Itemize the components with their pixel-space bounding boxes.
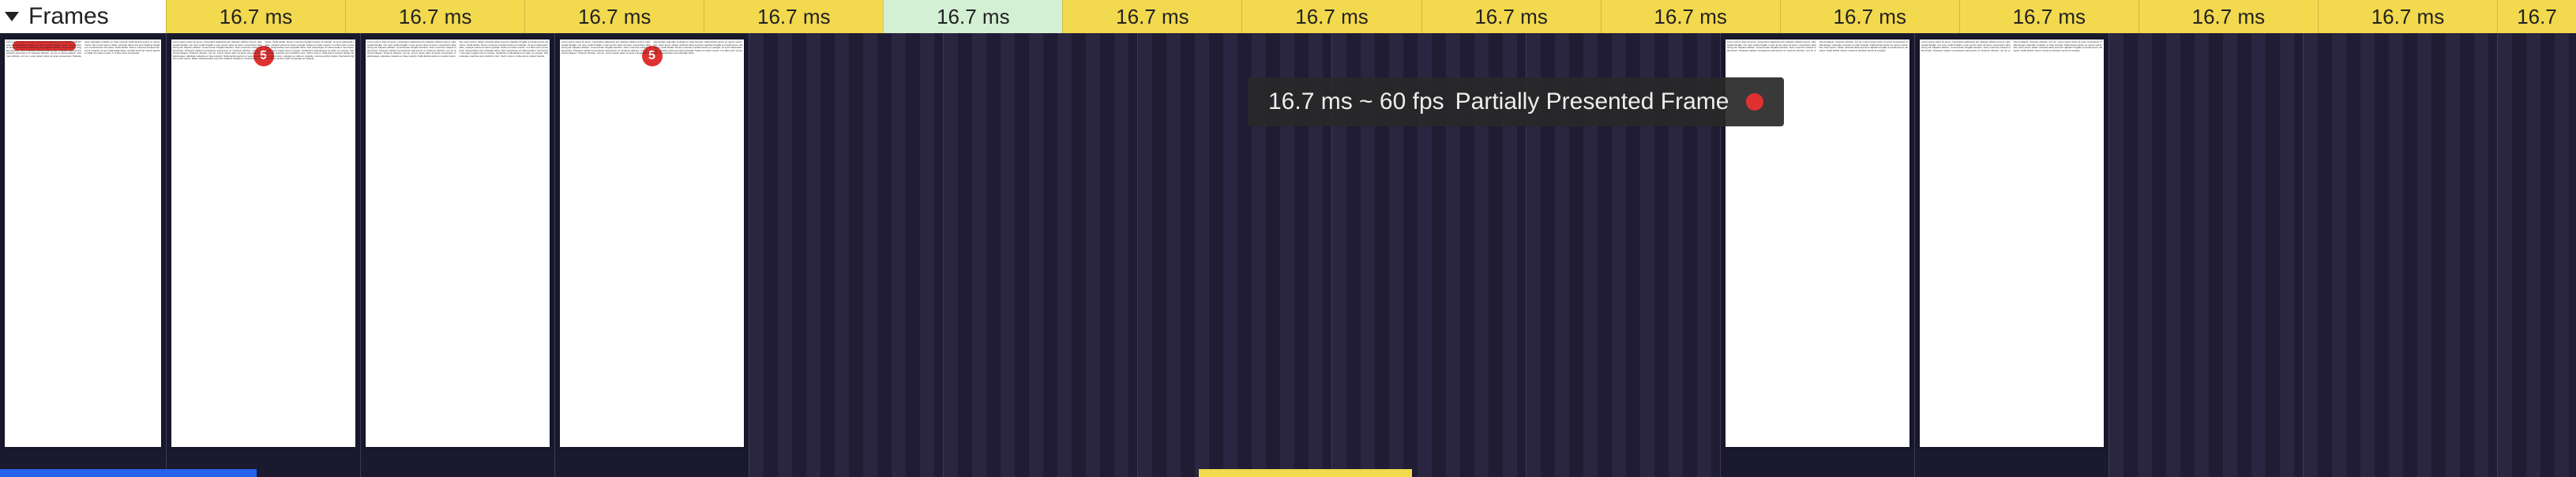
frame-cell[interactable]: 16.7 ms: [1062, 0, 1241, 33]
frame-cell-partial[interactable]: 16.7 ms: [883, 0, 1062, 33]
frame-cell[interactable]: 16.7 ms: [1780, 0, 1959, 33]
frame-screenshot: Lorem ipsum dolor sit amet, consectetur …: [1920, 39, 2104, 447]
partial-frame-indicator-icon: [1746, 93, 1763, 111]
frames-title-text: Frames: [28, 3, 109, 30]
frame-screenshot: 5 Lorem ipsum dolor sit amet, consectetu…: [560, 39, 744, 447]
page-content-preview: Lorem ipsum dolor sit amet, consectetur …: [560, 39, 744, 57]
frame-cell[interactable]: 16.7 ms: [1601, 0, 1780, 33]
frame-screenshot: 5 Lorem ipsum dolor sit amet, consectetu…: [171, 39, 355, 447]
empty-stripes: [2304, 33, 2497, 477]
frames-header-row: Frames 16.7 ms 16.7 ms 16.7 ms 16.7 ms 1…: [0, 0, 2576, 33]
screenshot-slot[interactable]: 5 Lorem ipsum dolor sit amet, consectetu…: [166, 33, 360, 477]
page-content-preview: Lorem ipsum dolor sit amet, consectetur …: [366, 39, 550, 59]
frames-timeline: Frames 16.7 ms 16.7 ms 16.7 ms 16.7 ms 1…: [0, 0, 2576, 477]
screenshot-slot[interactable]: Lorem ipsum dolor sit amet, consectetur …: [1914, 33, 2108, 477]
collapse-triangle-icon[interactable]: [5, 12, 19, 21]
task-bar-yellow[interactable]: [1199, 469, 1412, 477]
page-content-preview: Lorem ipsum dolor sit amet, consectetur …: [1725, 39, 1909, 54]
frame-screenshot: Lorem ipsum dolor sit amet, consectetur …: [366, 39, 550, 447]
frame-tooltip: 16.7 ms ~ 60 fps Partially Presented Fra…: [1248, 77, 1784, 126]
frame-cell[interactable]: 16.7 ms: [345, 0, 524, 33]
empty-stripes: [2498, 33, 2576, 477]
page-content-preview: Lorem ipsum dolor sit amet, consectetur …: [5, 39, 161, 59]
screenshot-slot[interactable]: 5 Lorem ipsum dolor sit amet, consectetu…: [554, 33, 749, 477]
frame-screenshot: Lorem ipsum dolor sit amet, consectetur …: [5, 39, 161, 447]
page-content-preview: Lorem ipsum dolor sit amet, consectetur …: [1920, 39, 2104, 54]
task-bar-blue[interactable]: [0, 469, 257, 477]
page-content-preview: Lorem ipsum dolor sit amet, consectetur …: [171, 39, 355, 62]
frames-track-label[interactable]: Frames: [0, 0, 166, 33]
frame-cell[interactable]: 16.7 ms: [524, 0, 704, 33]
frame-cell[interactable]: 16.7 ms: [704, 0, 883, 33]
screenshot-slot-empty[interactable]: [943, 33, 1137, 477]
tooltip-status: Partially Presented Frame: [1455, 88, 1729, 115]
tooltip-timing: 16.7 ms ~ 60 fps: [1268, 88, 1444, 115]
frame-cell[interactable]: 16.7 ms: [1421, 0, 1601, 33]
empty-stripes: [2109, 33, 2303, 477]
frame-cell[interactable]: 16.7 ms: [2318, 0, 2497, 33]
screenshot-slot[interactable]: Lorem ipsum dolor sit amet, consectetur …: [0, 33, 166, 477]
screenshot-slot-empty[interactable]: [749, 33, 943, 477]
screenshot-slot-empty[interactable]: [2497, 33, 2576, 477]
frame-cell[interactable]: 16.7 ms: [2139, 0, 2318, 33]
empty-stripes: [944, 33, 1137, 477]
screenshot-slot-empty[interactable]: [2303, 33, 2497, 477]
frame-cell[interactable]: 16.7 ms: [166, 0, 345, 33]
frames-content-row: Lorem ipsum dolor sit amet, consectetur …: [0, 33, 2576, 477]
frame-cell[interactable]: 16.7: [2497, 0, 2576, 33]
empty-stripes: [749, 33, 943, 477]
frame-cell[interactable]: 16.7 ms: [1959, 0, 2139, 33]
screenshot-slot[interactable]: Lorem ipsum dolor sit amet, consectetur …: [360, 33, 554, 477]
screenshot-slot-empty[interactable]: [2108, 33, 2303, 477]
frame-cell[interactable]: 16.7 ms: [1241, 0, 1421, 33]
